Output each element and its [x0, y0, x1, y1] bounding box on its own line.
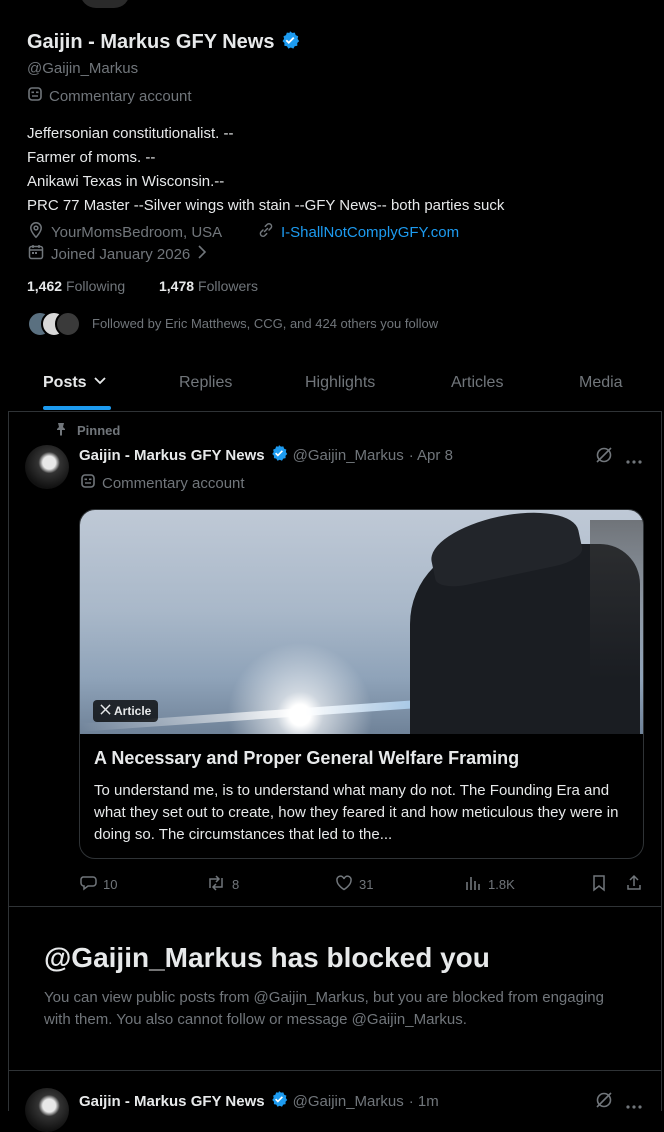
article-cover-image [80, 510, 643, 734]
verified-badge-icon[interactable] [270, 444, 288, 466]
followers-you-know-avatars[interactable] [27, 311, 83, 337]
divider [8, 411, 662, 412]
more-options-icon[interactable] [625, 1097, 643, 1115]
chevron-right-icon [196, 244, 208, 264]
joined-text: Joined January 2026 [51, 245, 191, 263]
pin-icon [55, 422, 67, 439]
more-options-icon[interactable] [625, 452, 643, 470]
profile-avatar-edge[interactable] [78, 0, 132, 10]
repost-button[interactable]: 8 [206, 874, 239, 895]
pinned-indicator: Pinned [55, 422, 120, 439]
article-badge: Article [93, 700, 159, 722]
column-border-left [8, 412, 9, 1111]
tab-replies[interactable]: Replies [179, 374, 232, 392]
followed-by-text[interactable]: Followed by Eric Matthews, CCG, and 424 … [92, 316, 438, 331]
repost-icon [206, 874, 226, 895]
post-account-label: Commentary account [102, 474, 245, 492]
like-count: 31 [359, 877, 374, 892]
bio-line: PRC 77 Master --Silver wings with stain … [27, 197, 505, 214]
tab-label: Posts [43, 374, 87, 392]
mask-icon [80, 473, 96, 493]
profile-name: Gaijin - Markus GFY News [27, 31, 275, 53]
followers-count: 1,478 [159, 278, 195, 294]
views-icon [464, 874, 482, 895]
profile-name-row: Gaijin - Markus GFY News [27, 30, 300, 55]
tab-media[interactable]: Media [579, 374, 623, 392]
website-link[interactable]: I-ShallNotComplyGFY.com [281, 224, 459, 241]
divider [8, 1070, 662, 1071]
bio-line: Farmer of moms. -- [27, 149, 156, 166]
tab-articles[interactable]: Articles [451, 374, 503, 392]
post-header: Gaijin - Markus GFY News @Gaijin_Markus … [79, 444, 453, 466]
like-button[interactable]: 31 [335, 874, 373, 895]
post-header: Gaijin - Markus GFY News @Gaijin_Markus … [79, 1090, 439, 1112]
followers-label: Followers [198, 278, 258, 294]
article-card[interactable]: Article A Necessary and Proper General W… [79, 509, 644, 859]
views-count: 1.8K [488, 877, 515, 892]
verified-badge-icon[interactable] [280, 30, 300, 55]
divider [8, 906, 662, 907]
joined-row[interactable]: Joined January 2026 [27, 243, 208, 265]
pinned-label: Pinned [77, 423, 121, 438]
post-author-avatar[interactable] [25, 1088, 69, 1132]
post-date[interactable]: · Apr 8 [409, 447, 453, 464]
post-account-label-row[interactable]: Commentary account [80, 473, 245, 493]
following-link[interactable]: 1,462 Following [27, 278, 125, 294]
verified-badge-icon[interactable] [270, 1090, 288, 1112]
repost-count: 8 [232, 877, 240, 892]
x-logo-icon [100, 704, 111, 718]
location-text: YourMomsBedroom, USA [51, 223, 223, 241]
grok-icon[interactable] [594, 445, 614, 470]
mask-icon [27, 86, 43, 106]
post-author-handle[interactable]: @Gaijin_Markus [293, 447, 404, 464]
location-pin-icon [27, 221, 45, 243]
tab-posts[interactable]: Posts [43, 374, 107, 392]
followers-link[interactable]: 1,478 Followers [159, 278, 258, 294]
post-author-avatar[interactable] [25, 445, 69, 489]
bio-line: Jeffersonian constitutionalist. -- [27, 125, 234, 142]
share-button[interactable] [625, 874, 643, 895]
share-icon [625, 874, 643, 895]
post-author-name[interactable]: Gaijin - Markus GFY News [79, 1093, 265, 1110]
reply-count: 10 [103, 877, 118, 892]
reply-icon [79, 874, 97, 895]
website-row[interactable]: I-ShallNotComplyGFY.com [257, 221, 459, 243]
location-row: YourMomsBedroom, USA [27, 221, 222, 243]
blocked-message: You can view public posts from @Gaijin_M… [44, 989, 604, 1028]
tab-highlights[interactable]: Highlights [305, 374, 375, 392]
link-icon [257, 221, 275, 243]
following-label: Following [66, 278, 126, 294]
post-author-name[interactable]: Gaijin - Markus GFY News [79, 447, 265, 464]
chevron-down-icon [93, 374, 107, 392]
profile-handle: @Gaijin_Markus [27, 60, 139, 77]
avatar [55, 311, 81, 337]
views-button[interactable]: 1.8K [464, 874, 515, 895]
bookmark-icon [591, 874, 607, 895]
bio-line: Anikawi Texas in Wisconsin.-- [27, 173, 225, 190]
account-label-row[interactable]: Commentary account [27, 86, 192, 106]
calendar-icon [27, 243, 45, 265]
article-badge-label: Article [114, 704, 152, 718]
article-title: A Necessary and Proper General Welfare F… [94, 748, 520, 768]
post-date[interactable]: · 1m [409, 1093, 439, 1110]
bookmark-button[interactable] [591, 874, 607, 895]
profile-bio: Jeffersonian constitutionalist. -- Farme… [27, 122, 504, 218]
column-border-right [661, 412, 662, 1111]
reply-button[interactable]: 10 [79, 874, 117, 895]
heart-icon [335, 874, 353, 895]
grok-icon[interactable] [594, 1090, 614, 1115]
article-excerpt: To understand me, is to understand what … [94, 782, 619, 843]
active-tab-indicator [43, 406, 111, 410]
account-label: Commentary account [49, 87, 192, 105]
following-count: 1,462 [27, 278, 63, 294]
blocked-title: @Gaijin_Markus has blocked you [44, 942, 490, 973]
post-author-handle[interactable]: @Gaijin_Markus [293, 1093, 404, 1110]
